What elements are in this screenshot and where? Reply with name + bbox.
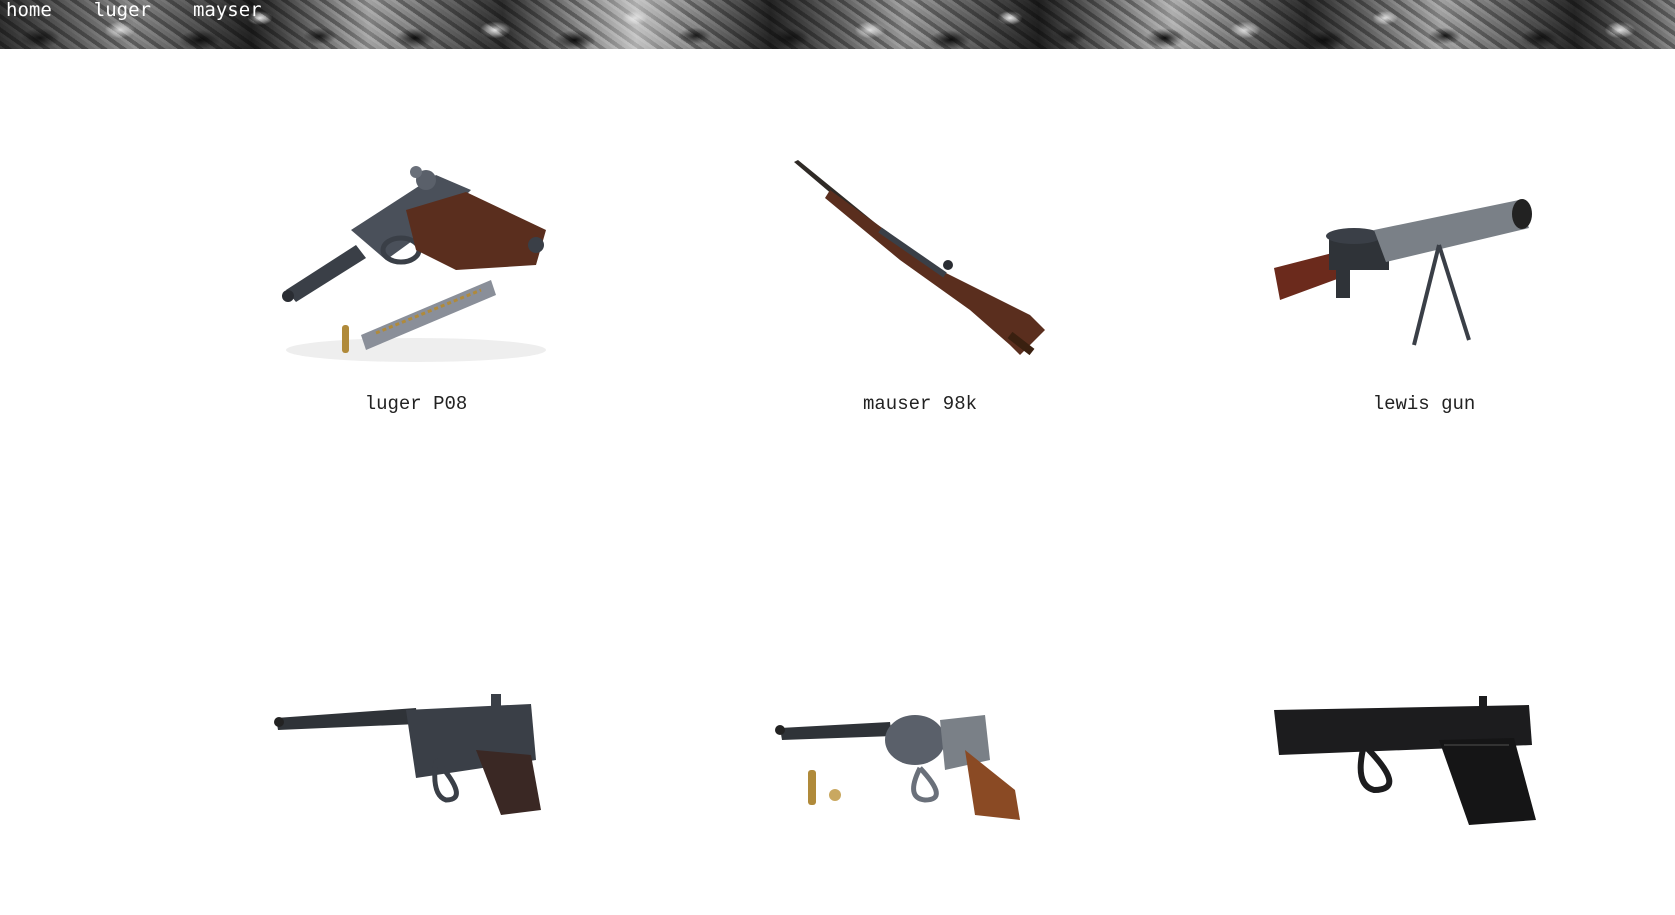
gallery-item-colt[interactable] bbox=[1254, 690, 1594, 915]
colt-1911-pistol-image[interactable] bbox=[1274, 690, 1574, 915]
gallery-caption: mauser 98k bbox=[862, 393, 978, 415]
gallery-caption: lewis gun bbox=[1372, 393, 1476, 415]
top-nav: home luger mayser bbox=[6, 0, 262, 22]
gallery-caption: luger P08 bbox=[364, 393, 468, 415]
mauser-c96-pistol-image[interactable] bbox=[266, 690, 566, 915]
nagant-revolver-image[interactable] bbox=[770, 690, 1070, 915]
header-banner: home luger mayser bbox=[0, 0, 1675, 49]
mauser-rifle-image[interactable] bbox=[770, 150, 1070, 375]
lewis-machine-gun-image[interactable] bbox=[1274, 150, 1574, 375]
gallery-item-lewis[interactable]: lewis gun bbox=[1254, 150, 1594, 415]
gallery-item-mauser[interactable]: mauser 98k bbox=[750, 150, 1090, 415]
nav-link-mayser[interactable]: mayser bbox=[193, 0, 262, 22]
gallery-item-c96[interactable] bbox=[246, 690, 586, 915]
nav-link-home[interactable]: home bbox=[6, 0, 52, 22]
luger-pistol-image[interactable] bbox=[266, 150, 566, 375]
gallery-item-luger[interactable]: luger P08 bbox=[246, 150, 586, 415]
gallery-item-nagant[interactable] bbox=[750, 690, 1090, 915]
nav-link-luger[interactable]: luger bbox=[94, 0, 151, 22]
